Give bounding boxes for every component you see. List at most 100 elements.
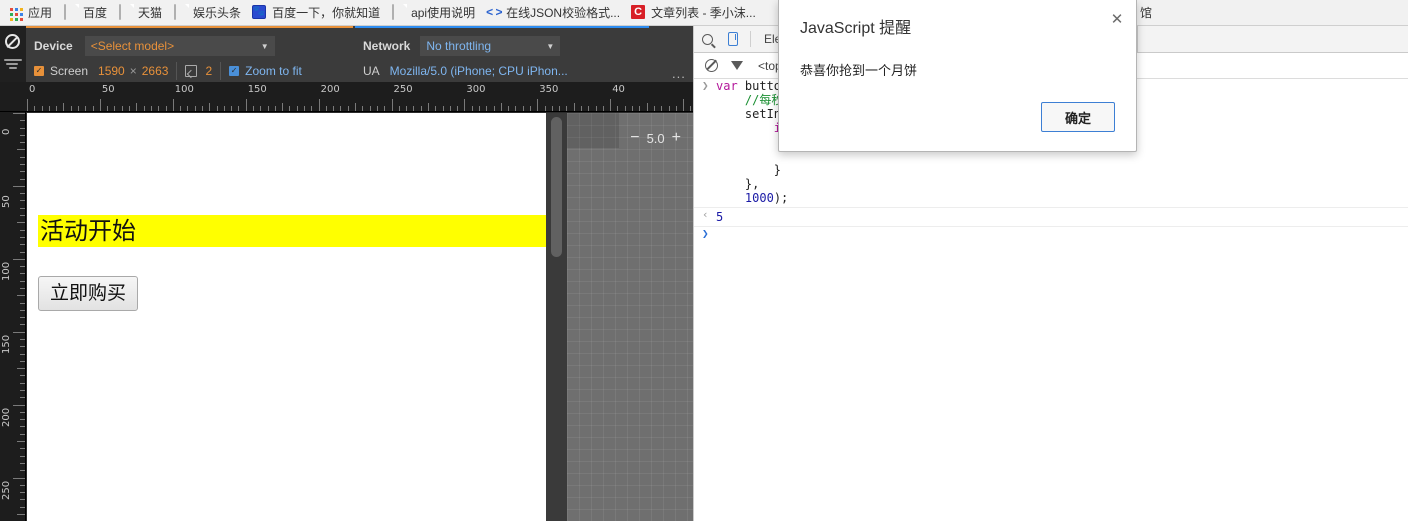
- bookmark-label: 天猫: [138, 3, 162, 23]
- zoom-in-button[interactable]: +: [668, 130, 685, 146]
- console-token: [716, 191, 745, 205]
- ruler-tick: [501, 103, 502, 111]
- ruler-label: 50: [102, 84, 115, 95]
- device-label: Device: [34, 39, 73, 53]
- device-model-select[interactable]: <Select model> ▼: [85, 36, 275, 56]
- ruler-tick: [20, 303, 25, 304]
- ruler-tick: [399, 106, 400, 111]
- zoom-to-fit-checkbox[interactable]: ✓: [229, 66, 239, 76]
- bookmark-label: api使用说明: [411, 3, 475, 23]
- network-settings-group: Network No throttling ▼ UA Mozilla/5.0 (…: [355, 26, 649, 82]
- ruler-tick: [661, 106, 662, 111]
- divider: [176, 62, 177, 80]
- buy-now-button[interactable]: 立即购买: [38, 276, 138, 311]
- screen-width-input[interactable]: 1590: [98, 64, 125, 78]
- ruler-tick: [275, 106, 276, 111]
- ruler-tick: [20, 485, 25, 486]
- ruler-tick: [253, 106, 254, 111]
- bookmark-item-article-list[interactable]: C 文章列表 - 季小沫...: [627, 3, 763, 23]
- zoom-out-button[interactable]: −: [626, 130, 643, 146]
- console-token: );: [774, 191, 788, 205]
- ruler-tick: [566, 106, 567, 111]
- network-throttling-select[interactable]: No throttling ▼: [420, 36, 560, 56]
- bookmark-label: 百度一下，你就知道: [272, 3, 380, 23]
- ruler-tick: [202, 106, 203, 111]
- ruler-tick: [13, 259, 25, 260]
- ruler-tick: [654, 106, 655, 111]
- stage-background: − 5.0 +: [567, 113, 693, 521]
- console-token: i: [716, 121, 781, 135]
- bookmark-apps[interactable]: 应用: [6, 3, 59, 23]
- javascript-alert-dialog: JavaScript 提醒 ✕ 恭喜你抢到一个月饼 确定: [778, 0, 1137, 152]
- ruler-tick: [304, 106, 305, 111]
- ruler-tick: [588, 106, 589, 111]
- ruler-tick: [581, 106, 582, 111]
- ruler-tick: [13, 332, 25, 333]
- bookmark-label: 娱乐头条: [193, 3, 241, 23]
- console-token: 1000: [745, 191, 774, 205]
- close-icon[interactable]: ✕: [1106, 8, 1128, 30]
- ruler-label: 0: [29, 84, 35, 95]
- bookmark-item-api-doc[interactable]: api使用说明: [387, 3, 482, 23]
- ruler-tick: [20, 266, 25, 267]
- ruler-tick: [20, 142, 25, 143]
- ruler-tick: [122, 106, 123, 111]
- ruler-tick: [114, 106, 115, 111]
- ruler-tick: [355, 103, 356, 111]
- ruler-tick: [93, 106, 94, 111]
- bookmark-item-partial[interactable]: 馆: [1140, 4, 1152, 21]
- clear-console-button[interactable]: [698, 53, 724, 79]
- screen-checkbox[interactable]: ✓: [34, 66, 44, 76]
- ruler-tick: [311, 106, 312, 111]
- ruler-tick: [676, 106, 677, 111]
- ruler-tick: [20, 339, 25, 340]
- ruler-tick: [20, 463, 25, 464]
- filter-button[interactable]: [724, 53, 750, 79]
- ruler-tick: [370, 106, 371, 111]
- ruler-label: 150: [1, 335, 12, 354]
- network-throttling-value: No throttling: [426, 39, 491, 53]
- clear-console-icon: [705, 59, 718, 72]
- bookmark-item-entertainment[interactable]: 娱乐头条: [169, 3, 248, 23]
- ruler-tick: [17, 222, 25, 223]
- ruler-tick: [384, 106, 385, 111]
- bookmark-item-baidu[interactable]: 百度: [59, 3, 114, 23]
- ruler-tick: [20, 499, 25, 500]
- console-token: setIn: [716, 107, 781, 121]
- ruler-tick: [20, 492, 25, 493]
- bookmark-item-baidu-search[interactable]: 🐾 百度一下，你就知道: [248, 3, 387, 23]
- more-options-button[interactable]: ...: [672, 66, 686, 81]
- network-label: Network: [363, 39, 410, 53]
- ruler-tick: [20, 456, 25, 457]
- ruler-tick: [20, 310, 25, 311]
- search-button[interactable]: [694, 26, 720, 52]
- viewport-scrollbar[interactable]: [546, 113, 567, 521]
- ruler-tick: [34, 106, 35, 111]
- throttling-lines-icon[interactable]: [4, 59, 22, 71]
- dialog-ok-button[interactable]: 确定: [1041, 102, 1115, 132]
- ruler-tick: [610, 99, 611, 111]
- bookmark-item-tmall[interactable]: 天猫: [114, 3, 169, 23]
- ruler-tick: [406, 106, 407, 111]
- ruler-tick: [20, 157, 25, 158]
- toggle-device-toolbar-button[interactable]: [720, 26, 746, 52]
- dialog-message: 恭喜你抢到一个月饼: [800, 60, 917, 79]
- emulated-page-viewport[interactable]: 活动开始 立即购买: [27, 113, 546, 521]
- zoom-to-fit-label: Zoom to fit: [245, 64, 302, 78]
- console-token: }: [716, 163, 781, 177]
- ruler-tick: [20, 193, 25, 194]
- ruler-tick: [647, 103, 648, 111]
- ruler-tick: [20, 375, 25, 376]
- block-icon[interactable]: [5, 34, 20, 49]
- ruler-tick: [136, 103, 137, 111]
- ruler-tick: [20, 419, 25, 420]
- ruler-tick: [56, 106, 57, 111]
- console-token: [716, 93, 745, 107]
- device-emulation-toolbar: Device <Select model> ▼ ✓ Screen 1590 × …: [0, 26, 693, 82]
- screen-height-input[interactable]: 2663: [142, 64, 169, 78]
- dpr-value[interactable]: 2: [205, 64, 212, 78]
- ruler-tick: [537, 99, 538, 111]
- user-agent-value[interactable]: Mozilla/5.0 (iPhone; CPU iPhon...: [390, 64, 568, 78]
- bookmark-item-json-validator[interactable]: < > 在线JSON校验格式...: [482, 3, 627, 23]
- stage-shadow: [567, 113, 619, 148]
